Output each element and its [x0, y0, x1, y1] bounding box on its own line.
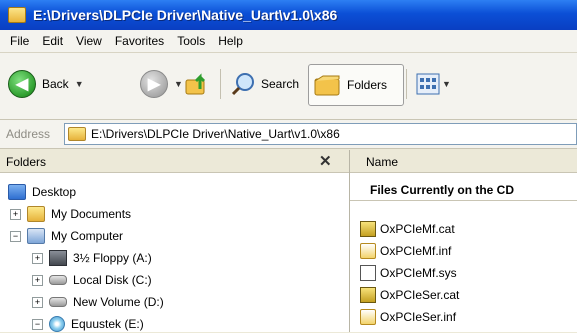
forward-arrow-icon: ▶	[140, 70, 168, 98]
menu-edit[interactable]: Edit	[42, 34, 63, 48]
catalog-file-icon	[360, 287, 376, 303]
collapse-icon[interactable]: −	[10, 230, 21, 242]
tree-item-label: Equustek (E:)	[71, 317, 144, 331]
file-name: OxPCIeSer.inf	[380, 310, 457, 324]
file-item[interactable]: OxPCIeSer.inf	[360, 308, 456, 326]
tree-item-label: My Computer	[51, 229, 124, 243]
folders-icon	[314, 75, 340, 96]
menu-tools[interactable]: Tools	[177, 34, 205, 48]
folder-icon	[68, 127, 86, 141]
tree-item-label: New Volume (D:)	[73, 295, 164, 309]
back-button[interactable]: ◀ Back ▼	[8, 67, 84, 101]
search-icon	[231, 73, 254, 96]
tree-item-label: 3½ Floppy (A:)	[73, 251, 152, 265]
floppy-drive-icon	[49, 250, 67, 266]
window-title: E:\Drivers\DLPCIe Driver\Native_Uart\v1.…	[33, 7, 338, 23]
hard-disk-icon	[49, 297, 67, 307]
toolbar-separator	[220, 69, 221, 99]
address-value: E:\Drivers\DLPCIe Driver\Native_Uart\v1.…	[91, 127, 340, 141]
file-name: OxPCIeMf.sys	[380, 266, 457, 280]
system-file-icon	[360, 265, 376, 281]
file-name: OxPCIeMf.inf	[380, 244, 452, 258]
up-folder-button[interactable]	[184, 67, 210, 101]
address-field[interactable]: E:\Drivers\DLPCIe Driver\Native_Uart\v1.…	[64, 123, 577, 145]
back-arrow-icon: ◀	[8, 70, 36, 98]
search-label: Search	[261, 77, 300, 91]
close-icon[interactable]: ✕	[319, 152, 332, 170]
tree-item-my-documents[interactable]: + My Documents	[10, 205, 131, 223]
group-divider	[350, 200, 577, 201]
address-bar: Address E:\Drivers\DLPCIe Driver\Native_…	[0, 120, 577, 149]
toolbar-separator	[406, 69, 407, 99]
views-dropdown-icon[interactable]: ▼	[442, 79, 451, 89]
folder-icon	[8, 7, 26, 23]
menu-help[interactable]: Help	[218, 34, 243, 48]
tree-item-label: Desktop	[32, 185, 77, 199]
back-label: Back	[42, 77, 69, 91]
tree-item-equustek[interactable]: − Equustek (E:)	[32, 315, 144, 333]
views-button[interactable]: ▼	[416, 67, 451, 101]
expand-icon[interactable]: +	[32, 252, 43, 264]
views-grid-icon	[416, 73, 440, 95]
catalog-file-icon	[360, 221, 376, 237]
file-item[interactable]: OxPCIeMf.sys	[360, 264, 457, 282]
menu-favorites[interactable]: Favorites	[115, 34, 164, 48]
file-name: OxPCIeMf.cat	[380, 222, 455, 236]
tree-item-label: Local Disk (C:)	[73, 273, 152, 287]
tree-item-my-computer[interactable]: − My Computer	[10, 227, 123, 245]
desktop-icon	[8, 184, 26, 200]
folders-pane-title: Folders	[6, 155, 47, 169]
expand-icon[interactable]: +	[32, 296, 43, 308]
setup-info-file-icon	[360, 243, 376, 259]
hard-disk-icon	[49, 275, 67, 285]
menu-file[interactable]: File	[10, 34, 29, 48]
setup-info-file-icon	[360, 309, 376, 325]
tree-item-desktop[interactable]: Desktop	[8, 183, 76, 201]
menu-view[interactable]: View	[76, 34, 102, 48]
expand-icon[interactable]: +	[32, 274, 43, 286]
menu-bar: File Edit View Favorites Tools Help	[0, 30, 577, 53]
files-pane: Name Files Currently on the CD OxPCIeMf.…	[350, 150, 577, 332]
toolbar: ◀ Back ▼ ▶ ▼ Search Folders ▼	[0, 53, 577, 120]
tree-item-floppy[interactable]: + 3½ Floppy (A:)	[32, 249, 152, 267]
documents-folder-icon	[27, 206, 45, 222]
folders-pane: Folders ✕ Desktop + My Documents − My Co…	[0, 150, 350, 332]
search-button[interactable]: Search	[230, 67, 299, 101]
file-name: OxPCIeSer.cat	[380, 288, 460, 302]
forward-dropdown-icon[interactable]: ▼	[174, 79, 183, 89]
collapse-icon[interactable]: −	[32, 318, 43, 330]
file-item[interactable]: OxPCIeMf.inf	[360, 242, 451, 260]
tree-item-local-disk[interactable]: + Local Disk (C:)	[32, 271, 152, 289]
expand-icon[interactable]: +	[10, 208, 21, 220]
back-dropdown-icon[interactable]: ▼	[75, 79, 84, 89]
group-heading: Files Currently on the CD	[370, 183, 515, 197]
tree-item-new-volume[interactable]: + New Volume (D:)	[32, 293, 164, 311]
computer-icon	[27, 228, 45, 244]
forward-button[interactable]: ▶ ▼	[140, 67, 183, 101]
file-item[interactable]: OxPCIeMf.cat	[360, 220, 455, 238]
name-column-header[interactable]: Name	[350, 150, 577, 173]
folders-button[interactable]: Folders	[308, 64, 404, 106]
title-bar: E:\Drivers\DLPCIe Driver\Native_Uart\v1.…	[0, 0, 577, 30]
address-label: Address	[6, 127, 51, 141]
cd-drive-icon	[49, 316, 65, 332]
tree-item-label: My Documents	[51, 207, 132, 221]
file-item[interactable]: OxPCIeSer.cat	[360, 286, 459, 304]
folders-pane-header: Folders ✕	[0, 150, 349, 173]
name-column-label: Name	[366, 155, 399, 169]
folders-label: Folders	[347, 78, 388, 92]
up-folder-icon	[185, 73, 206, 95]
